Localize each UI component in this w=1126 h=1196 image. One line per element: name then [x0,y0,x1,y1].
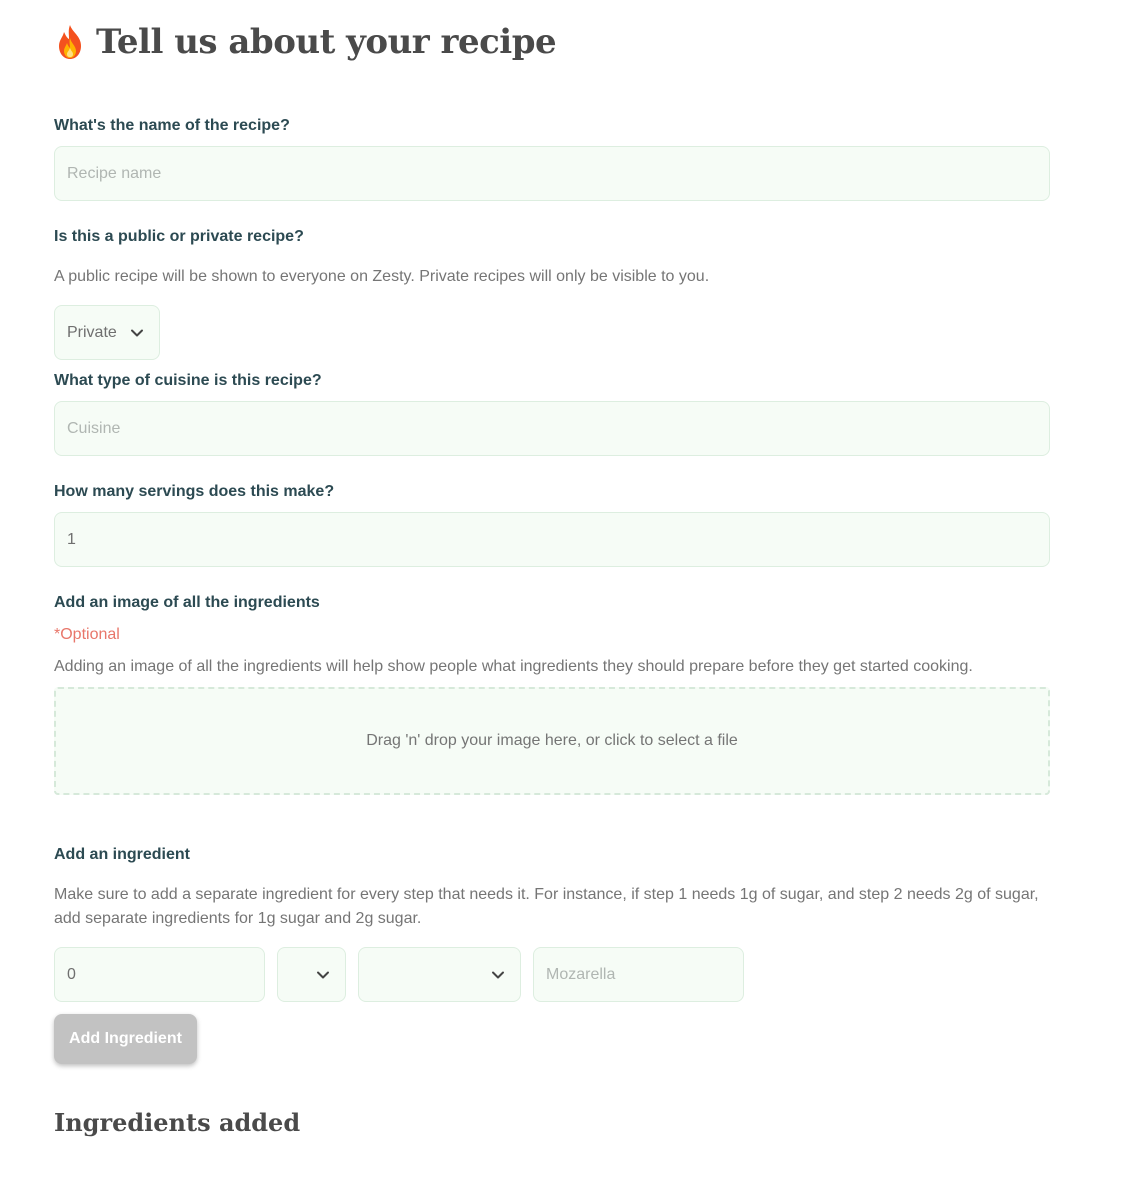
add-ingredient-label: Add an ingredient [54,846,190,863]
recipe-name-input[interactable] [54,146,1050,201]
page-header: Tell us about your recipe [54,18,557,66]
servings-input[interactable] [54,512,1050,567]
recipe-name-label: What's the name of the recipe? [54,117,290,134]
visibility-selected-value: Private [67,323,117,341]
chevron-down-icon [490,967,506,983]
chevron-down-icon [129,325,145,341]
image-dropzone[interactable]: Drag 'n' drop your image here, or click … [54,687,1050,795]
ingredient-step-select[interactable] [358,947,521,1002]
visibility-label: Is this a public or private recipe? [54,228,304,245]
servings-label: How many servings does this make? [54,483,335,500]
flame-icon [54,24,86,60]
visibility-select[interactable]: Private [54,305,160,360]
ingredient-quantity-input[interactable] [54,947,265,1002]
ingredient-name-input[interactable] [533,947,744,1002]
add-ingredient-button[interactable]: Add Ingredient [54,1014,197,1064]
ingredients-added-title: Ingredients added [54,1108,301,1137]
optional-badge: *Optional [54,626,120,643]
cuisine-input[interactable] [54,401,1050,456]
cuisine-label: What type of cuisine is this recipe? [54,372,322,389]
page-title: Tell us about your recipe [96,22,557,62]
add-ingredient-help: Make sure to add a separate ingredient f… [54,886,1039,927]
visibility-help: A public recipe will be shown to everyon… [54,268,710,285]
ingredients-image-help: Adding an image of all the ingredients w… [54,658,973,675]
ingredients-image-label: Add an image of all the ingredients [54,594,320,611]
ingredient-unit-select[interactable] [277,947,346,1002]
chevron-down-icon [315,967,331,983]
dropzone-text: Drag 'n' drop your image here, or click … [366,732,738,749]
